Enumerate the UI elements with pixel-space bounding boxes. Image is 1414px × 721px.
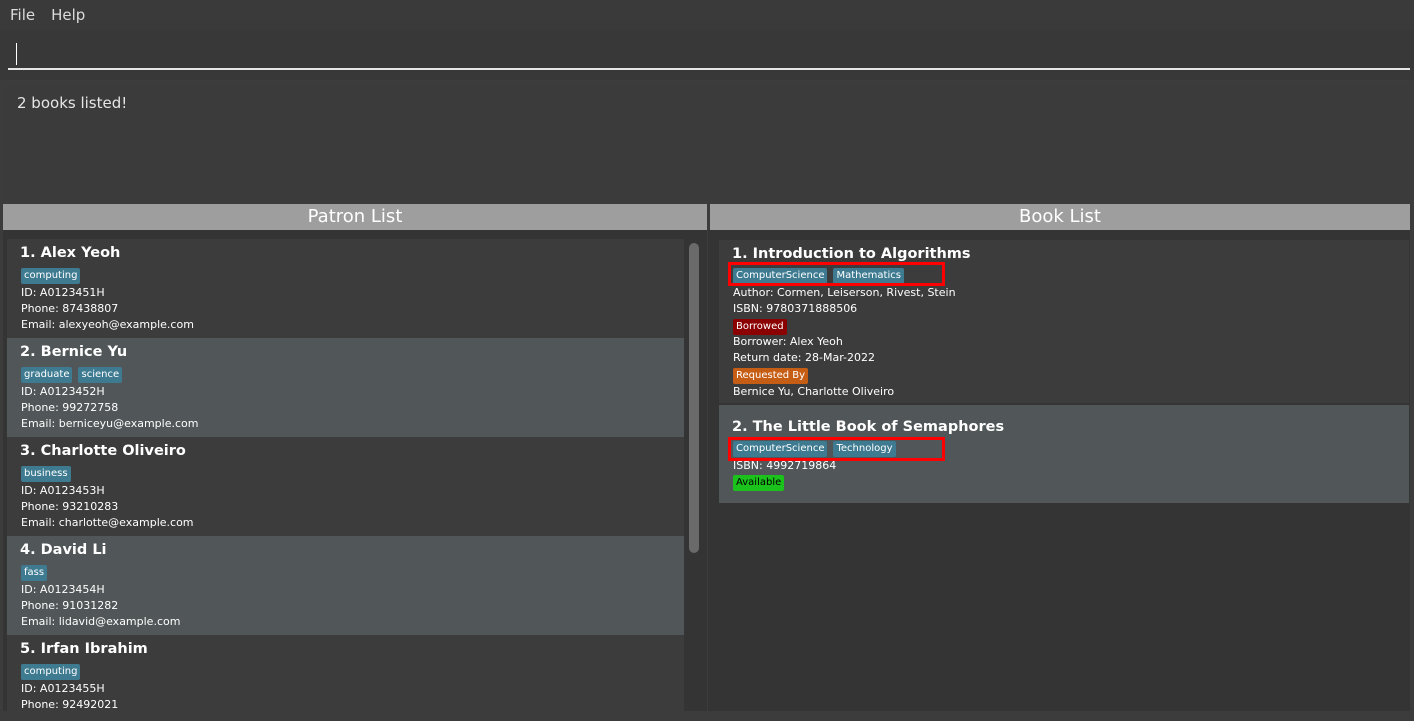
patron-tag: graduate — [21, 367, 73, 383]
patron-name: 3. Charlotte Oliveiro — [20, 443, 186, 459]
patron-email: Email: charlotte@example.com — [21, 516, 194, 529]
book-return-date: Return date: 28-Mar-2022 — [733, 351, 875, 364]
patron-card[interactable]: 3. Charlotte Oliveiro business ID: A0123… — [7, 437, 684, 536]
book-isbn: ISBN: 4992719864 — [733, 459, 837, 472]
status-badge-available: Available — [733, 475, 785, 491]
book-list-header: Book List — [710, 204, 1410, 230]
requested-by-badge: Requested By — [733, 368, 809, 384]
book-author: Author: Cormen, Leiserson, Rivest, Stein — [733, 286, 956, 299]
highlight-box — [728, 262, 945, 286]
patron-card[interactable]: 1. Alex Yeoh computing ID: A0123451H Pho… — [7, 239, 684, 338]
book-card[interactable]: 2. The Little Book of Semaphores Compute… — [719, 405, 1409, 503]
menu-help[interactable]: Help — [51, 6, 85, 24]
highlight-box — [728, 437, 945, 461]
patron-tag: computing — [21, 268, 81, 284]
patron-tag: business — [21, 466, 71, 482]
patron-card[interactable]: 5. Irfan Ibrahim computing ID: A0123455H… — [7, 635, 684, 711]
patron-id: ID: A0123455H — [21, 682, 105, 695]
book-title: 2. The Little Book of Semaphores — [732, 419, 1005, 435]
patron-name: 4. David Li — [20, 542, 107, 558]
patron-phone: Phone: 91031282 — [21, 599, 119, 612]
patron-list-header: Patron List — [3, 204, 707, 230]
patron-phone: Phone: 93210283 — [21, 500, 119, 513]
patron-card[interactable]: 4. David Li fass ID: A0123454H Phone: 91… — [7, 536, 684, 635]
patron-name: 1. Alex Yeoh — [20, 245, 121, 261]
patron-card[interactable]: 2. Bernice Yu graduate science ID: A0123… — [7, 338, 684, 437]
patron-list[interactable]: 1. Alex Yeoh computing ID: A0123451H Pho… — [3, 230, 707, 711]
book-borrower: Borrower: Alex Yeoh — [733, 335, 843, 348]
patron-tag: science — [78, 367, 123, 383]
menu-bar: File Help — [0, 0, 1414, 30]
patron-email: Email: lidavid@example.com — [21, 615, 181, 628]
book-list[interactable]: 1. Introduction to Algorithms ComputerSc… — [708, 230, 1410, 711]
status-badge-borrowed: Borrowed — [733, 319, 787, 335]
book-card[interactable]: 1. Introduction to Algorithms ComputerSc… — [719, 240, 1409, 403]
command-input[interactable] — [8, 36, 1410, 70]
patron-phone: Phone: 87438807 — [21, 302, 119, 315]
patron-id: ID: A0123453H — [21, 484, 105, 497]
patron-id: ID: A0123452H — [21, 385, 105, 398]
patron-id: ID: A0123451H — [21, 286, 105, 299]
result-message: 2 books listed! — [17, 94, 128, 112]
book-isbn: ISBN: 9780371888506 — [733, 302, 858, 315]
patron-id: ID: A0123454H — [21, 583, 105, 596]
patron-name: 2. Bernice Yu — [20, 344, 128, 360]
patron-phone: Phone: 99272758 — [21, 401, 119, 414]
command-box — [0, 30, 1414, 80]
patron-email: Email: berniceyu@example.com — [21, 417, 199, 430]
patron-phone: Phone: 92492021 — [21, 698, 119, 711]
patron-name: 5. Irfan Ibrahim — [20, 641, 148, 657]
book-requesters: Bernice Yu, Charlotte Oliveiro — [733, 385, 895, 398]
patron-tag: fass — [21, 565, 48, 581]
patron-email: Email: alexyeoh@example.com — [21, 318, 194, 331]
patron-list-scrollbar[interactable] — [689, 243, 699, 553]
result-display: 2 books listed! — [4, 85, 1410, 201]
patron-tag: computing — [21, 664, 81, 680]
menu-file[interactable]: File — [10, 6, 35, 24]
book-title: 1. Introduction to Algorithms — [732, 246, 971, 262]
text-caret — [16, 43, 17, 65]
